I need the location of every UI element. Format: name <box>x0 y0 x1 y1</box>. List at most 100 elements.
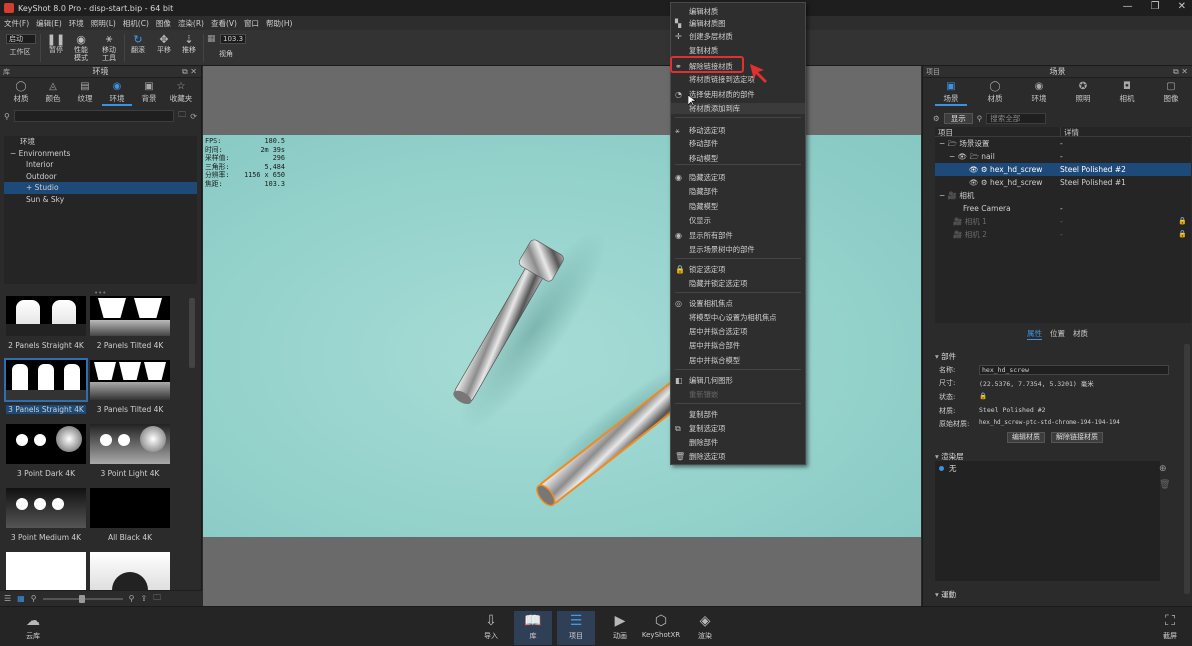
tab-material[interactable]: ◯ 材质 <box>979 78 1011 106</box>
menu-6[interactable]: 渲染(R) <box>178 18 204 29</box>
menu-5[interactable]: 图像 <box>156 18 171 29</box>
environment-thumbnail[interactable]: 3 Point Light 4K <box>90 424 170 482</box>
context-menu-item[interactable]: ⧉ 复制选定项 <box>671 423 805 434</box>
context-menu-item[interactable]: ◧ 编辑几何图形 <box>671 375 805 386</box>
context-menu-item[interactable]: 隐藏模型 <box>671 201 805 212</box>
tab-materials[interactable]: ◯ 材质 <box>6 78 36 106</box>
context-menu-item[interactable]: 仅显示 <box>671 215 805 226</box>
scene-tree-row[interactable]: − 🗁 场景设置 - <box>935 137 1191 150</box>
tumble-button[interactable]: ↻ 翻滚 <box>124 32 152 55</box>
context-menu-item[interactable]: 复制部件 <box>671 409 805 420</box>
context-menu-item[interactable]: 复制材质 <box>671 45 805 56</box>
context-menu-item[interactable]: 🗑 删除选定项 <box>671 451 805 462</box>
menu-0[interactable]: 文件(F) <box>4 18 29 29</box>
section-motion[interactable]: 運動 <box>935 589 1185 600</box>
render-layer-item[interactable]: 无 <box>935 461 1160 476</box>
项目-button[interactable]: ☰ 项目 <box>557 611 595 645</box>
close-button[interactable]: ✕ <box>1178 1 1186 12</box>
tree-item[interactable]: Interior <box>4 159 197 171</box>
zoom-in-icon[interactable]: ⚲ <box>129 594 135 603</box>
context-menu-item[interactable]: 居中并拟合部件 <box>671 340 805 351</box>
environment-thumbnail[interactable]: 2 Panels Tilted 4K <box>90 296 170 354</box>
menu-3[interactable]: 照明(L) <box>91 18 116 29</box>
thumbnail-scrollbar[interactable] <box>189 298 195 368</box>
tab-favorites[interactable]: ☆ 收藏夹 <box>166 78 196 106</box>
screw-models[interactable] <box>203 135 921 537</box>
upload-icon[interactable]: ⇪ <box>140 594 147 603</box>
pause-button[interactable]: ❚❚ 暂停 <box>42 32 70 55</box>
tab-textures[interactable]: ▤ 纹理 <box>70 78 100 106</box>
close-project-panel-icon[interactable]: ⧉ ✕ <box>1173 67 1188 77</box>
menu-1[interactable]: 编辑(E) <box>36 18 62 29</box>
tab-scene[interactable]: ▣ 场景 <box>935 78 967 106</box>
menu-8[interactable]: 窗口 <box>244 18 259 29</box>
scene-search-input[interactable]: 搜索全部 <box>986 112 1047 124</box>
menu-7[interactable]: 查看(V) <box>211 18 237 29</box>
导入-button[interactable]: ⇩ 导入 <box>472 611 510 641</box>
thumbnail-size-slider[interactable] <box>42 594 123 603</box>
context-menu-item[interactable]: ✛ 创建多层材质 <box>671 31 805 42</box>
edit-material-button[interactable]: 编辑材质 <box>1007 432 1045 443</box>
properties-scrollbar[interactable] <box>1184 344 1190 594</box>
scene-tree-row[interactable]: − 👁 🗁 nail - <box>935 150 1191 163</box>
zoom-out-icon[interactable]: ⚲ <box>31 594 37 603</box>
menu-4[interactable]: 相机(C) <box>123 18 149 29</box>
environment-thumbnail[interactable]: 2 Panels Straight 4K <box>6 296 86 354</box>
unlink-material-button[interactable]: 解除链接材质 <box>1051 432 1103 443</box>
workspace-dropdown[interactable]: 启动 <box>6 34 36 44</box>
scene-tree-row[interactable]: 👁 ⚙ hex_hd_screw Steel Polished #1 <box>935 176 1191 189</box>
scene-tree-row[interactable]: Free Camera - <box>935 202 1191 215</box>
move-tool-button[interactable]: ⚹ 移动 工具 <box>95 32 123 62</box>
close-panel-icon[interactable]: ⧉ ✕ <box>182 67 197 77</box>
context-menu-item[interactable]: 居中并拟合选定项 <box>671 326 805 337</box>
folder-add-icon[interactable]: 🗀 <box>153 592 161 606</box>
tab-image[interactable]: ▢ 图像 <box>1155 78 1187 106</box>
pan-button[interactable]: ✥ 平移 <box>150 32 178 55</box>
library-search-input[interactable] <box>13 110 175 122</box>
scene-view[interactable]: FPS: 180.5 时间: 2m 39s 采样值: 296 三角形: 5,484 分辨率: 11… <box>203 135 921 537</box>
context-menu-item[interactable]: ◉ 显示所有部件 <box>671 230 805 241</box>
tab-camera[interactable]: ◘ 相机 <box>1111 78 1143 106</box>
maximize-button[interactable]: ❐ <box>1151 1 1160 12</box>
tab-backplates[interactable]: ▣ 背景 <box>134 78 164 106</box>
filter-icon[interactable]: ⚙ <box>933 114 940 123</box>
context-menu-item[interactable]: 居中并拟合模型 <box>671 355 805 366</box>
context-menu-item[interactable]: 删除部件 <box>671 437 805 448</box>
environment-thumbnail[interactable]: 3 Point Medium 4K <box>6 488 86 546</box>
scene-tree-row[interactable]: 🎥 相机 1 - 🔒 <box>935 215 1191 228</box>
menu-2[interactable]: 环境 <box>69 18 84 29</box>
environment-thumbnail[interactable]: All Black 4K <box>90 488 170 546</box>
渲染-button[interactable]: ◈ 渲染 <box>686 611 724 641</box>
云库-button[interactable]: ☁ 云库 <box>14 611 52 641</box>
lock-icon[interactable]: 🔒 <box>1178 215 1187 228</box>
section-part[interactable]: 部件 <box>935 351 1185 362</box>
show-button[interactable]: 显示 <box>943 112 973 124</box>
context-menu-item[interactable]: 隐藏部件 <box>671 186 805 197</box>
context-menu-item[interactable]: 编辑材质 <box>671 6 805 17</box>
context-menu-item[interactable]: 将模型中心设置为相机焦点 <box>671 312 805 323</box>
scene-tree-row[interactable]: 👁 ⚙ hex_hd_screw Steel Polished #2 <box>935 163 1191 176</box>
tab-lighting[interactable]: ✪ 照明 <box>1067 78 1099 106</box>
库-button[interactable]: 📖 库 <box>514 611 552 645</box>
context-menu-item[interactable]: 移动模型 <box>671 153 805 164</box>
context-menu-item[interactable]: 显示场景树中的部件 <box>671 244 805 255</box>
performance-mode-button[interactable]: ◉ 性能 模式 <box>67 32 95 63</box>
context-menu-item[interactable]: 隐藏并锁定选定项 <box>671 278 805 289</box>
folder-icon[interactable]: 🗀 <box>178 109 186 123</box>
scene-tree-row[interactable]: − 🎥 相机 <box>935 189 1191 202</box>
KeyShotXR-button[interactable]: ⬡ KeyShotXR <box>642 611 680 639</box>
动画-button[interactable]: ▶ 动画 <box>601 611 639 641</box>
prop-tab[interactable]: 属性 <box>1027 328 1042 340</box>
environment-thumbnail[interactable]: 3 Point Dark 4K <box>6 424 86 482</box>
context-menu-item[interactable]: 将材质链接到选定项 <box>671 74 805 85</box>
fov-input[interactable]: 103.3 <box>220 34 246 44</box>
minimize-button[interactable]: — <box>1123 1 1133 12</box>
context-menu-item[interactable]: 移动部件 <box>671 138 805 149</box>
delete-layer-icon[interactable]: 🗑 <box>1159 480 1170 490</box>
scene-tree-row[interactable]: 🎥 相机 2 - 🔒 <box>935 228 1191 241</box>
tree-item[interactable]: Sun & Sky <box>4 194 197 206</box>
dolly-button[interactable]: ⇣ 推移 <box>175 32 203 55</box>
lock-icon[interactable]: 🔒 <box>1178 228 1187 241</box>
environment-thumbnail[interactable]: 3 Panels Tilted 4K <box>90 360 170 418</box>
tree-item[interactable]: Outdoor <box>4 171 197 183</box>
